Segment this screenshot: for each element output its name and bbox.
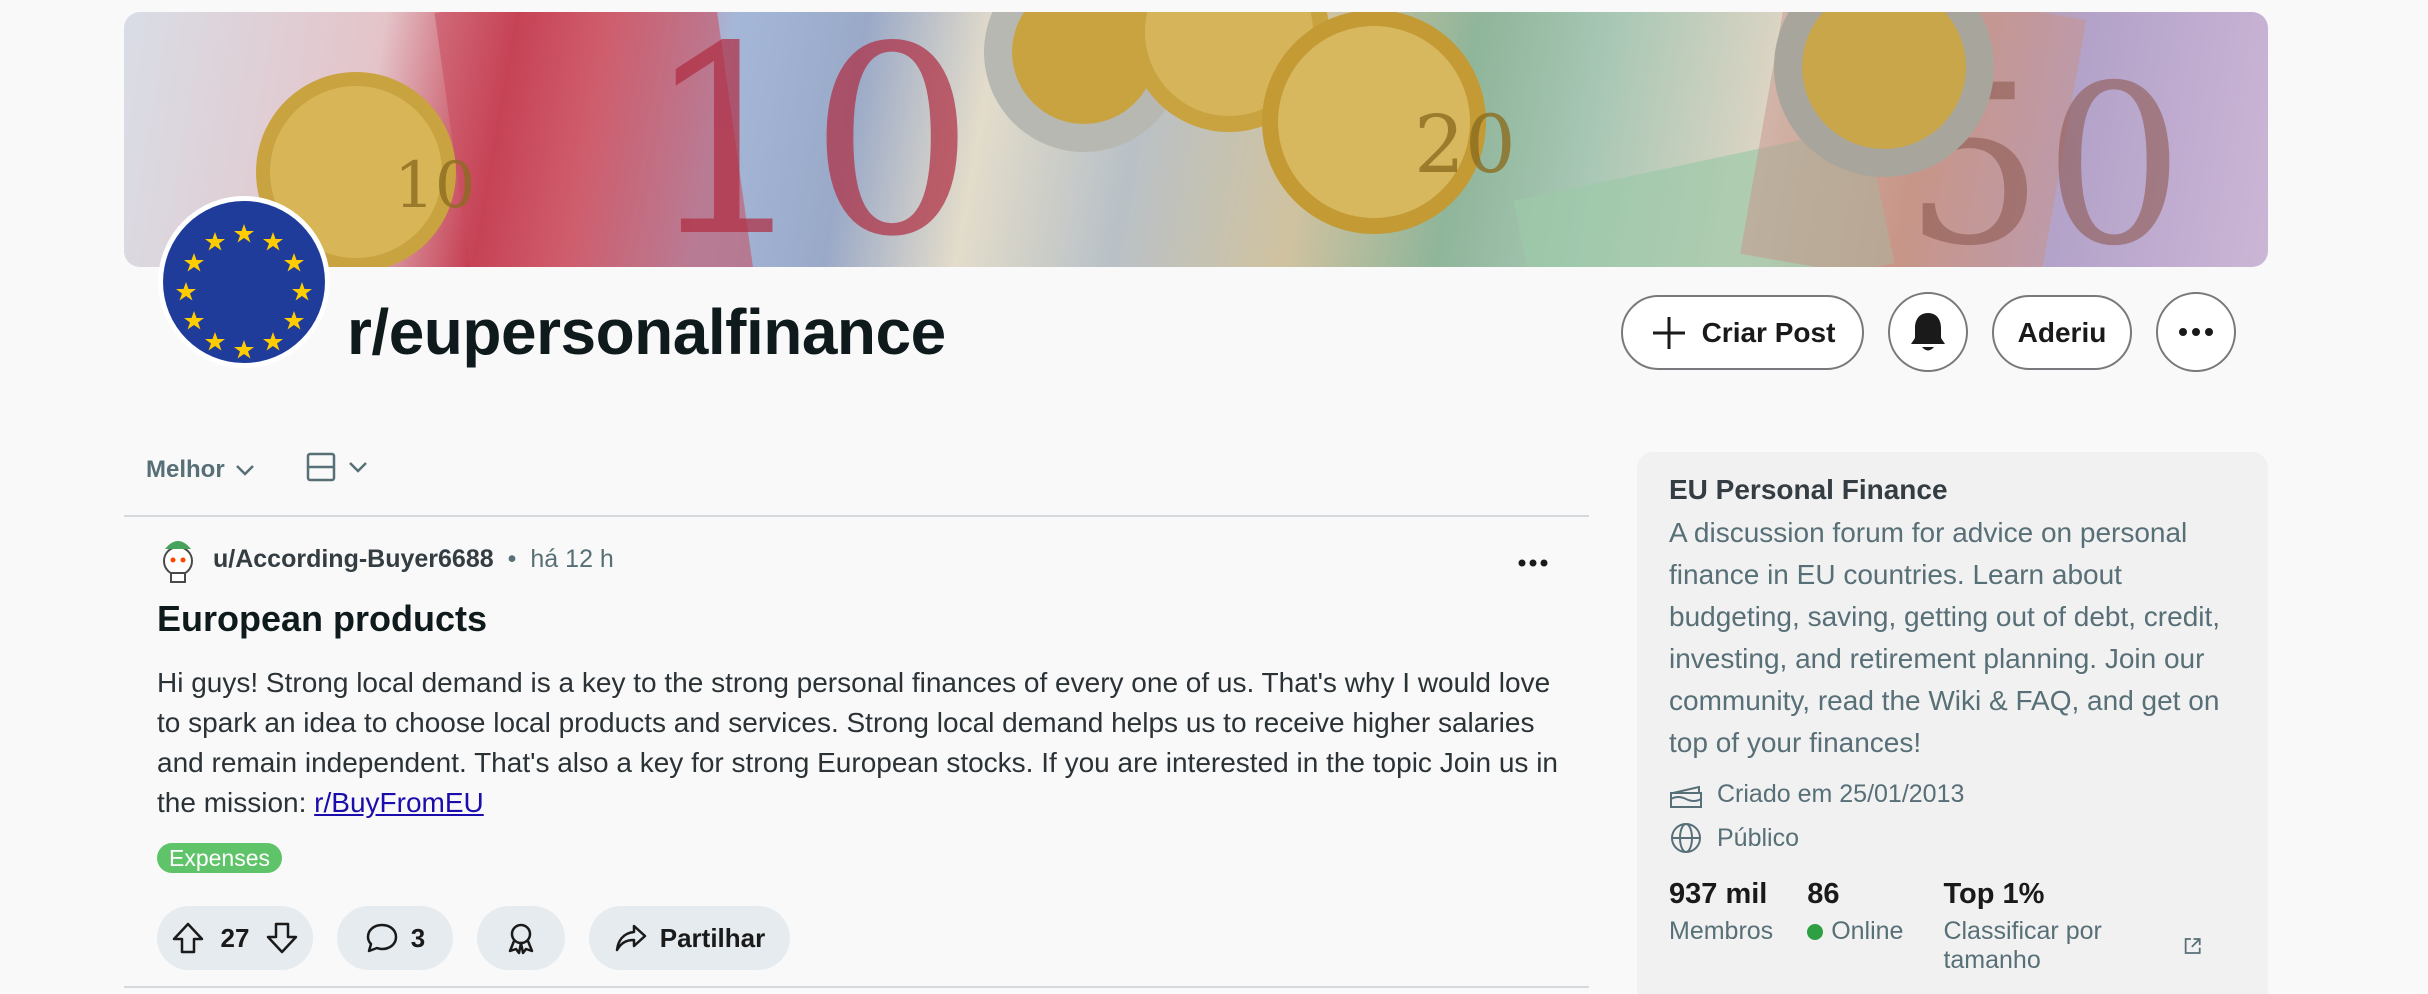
members-value: 937 mil [1669,878,1768,910]
post-title[interactable]: European products [157,598,487,640]
members-label: Membros [1669,917,1774,945]
award-button[interactable] [477,906,565,970]
online-stat: 86 Online [1807,878,1903,975]
comments-button[interactable]: 3 [337,906,453,970]
downvote-icon[interactable] [265,921,299,955]
sort-dropdown[interactable]: Melhor [146,450,255,490]
svg-text:20: 20 [1414,98,1516,191]
more-icon [1518,559,1548,567]
chevron-down-icon [235,465,254,476]
post-more-button[interactable] [1518,538,1548,577]
svg-text:10: 10 [644,12,975,267]
community-title: EU Personal Finance [1669,474,1948,505]
rank-label-row: Classificar por tamanho [1943,917,2202,975]
community-stats: 937 mil Membros 86 Online Top 1% Classif… [1669,878,2236,975]
members-stat: 937 mil Membros [1669,878,1773,975]
share-label: Partilhar [659,922,766,953]
post-body-link[interactable]: r/BuyFromEU [314,787,484,818]
create-post-label: Criar Post [1701,316,1836,348]
chevron-down-icon [349,462,367,473]
vote-count: 27 [220,922,250,953]
share-icon [615,924,646,952]
comment-count: 3 [410,922,426,953]
post-divider [124,986,1589,988]
comment-icon [366,923,398,953]
upvote-icon[interactable] [171,921,205,955]
subreddit-name: r/eupersonalfinance [347,296,946,368]
join-label: Aderiu [2017,316,2107,348]
globe-icon [1671,823,1701,853]
feed-divider [124,515,1589,517]
subreddit-banner: 10 50 10 20 [124,12,2268,267]
plus-icon [1652,316,1685,349]
visibility-label: Público [1717,823,1799,852]
online-label: Online [1831,917,1904,945]
rank-value: Top 1% [1943,878,2045,910]
more-icon [2179,328,2213,336]
online-value: 86 [1807,878,1840,910]
external-link-icon [2184,938,2201,954]
community-sidebar: EU Personal Finance A discussion forum f… [1637,452,2268,994]
rank-label: Classificar por tamanho [1943,917,2102,974]
layout-icon [306,452,336,482]
user-avatar-icon[interactable] [157,535,199,583]
post-author[interactable]: u/According-Buyer6688 [213,545,494,574]
post-flair[interactable]: Expenses [157,843,283,873]
vote-controls: 27 [157,906,313,970]
eu-flag-icon [163,201,325,363]
banner-coins-image: 10 50 10 20 [256,12,2184,267]
created-row: Criado em 25/01/2013 [1669,778,2236,810]
join-button[interactable]: Aderiu [1992,295,2132,370]
online-dot-icon [1807,923,1824,940]
bell-icon [1911,313,1945,351]
view-layout-dropdown[interactable] [306,452,368,482]
subreddit-avatar[interactable] [158,196,330,368]
award-icon [508,923,534,955]
svg-text:10: 10 [394,149,475,223]
community-description: A discussion forum for advice on persona… [1669,517,2221,758]
notifications-button[interactable] [1888,292,1968,372]
online-label-row: Online [1807,917,1903,946]
visibility-row: Público [1669,822,2236,854]
more-options-button[interactable] [2156,292,2236,372]
rank-stat[interactable]: Top 1% Classificar por tamanho [1943,878,2202,975]
meta-separator: • [507,544,517,573]
sort-label: Melhor [146,456,225,483]
page: 10 50 10 20 r/eupersonalfinance Criar Po… [0,0,2428,994]
post-time: há 12 h [530,544,614,573]
cake-icon [1670,785,1702,808]
created-date: Criado em 25/01/2013 [1717,779,1965,808]
post-meta: u/According-Buyer6688 • há 12 h [157,535,614,583]
share-button[interactable]: Partilhar [589,906,790,970]
create-post-button[interactable]: Criar Post [1621,295,1864,370]
post-body: Hi guys! Strong local demand is a key to… [157,663,1577,823]
